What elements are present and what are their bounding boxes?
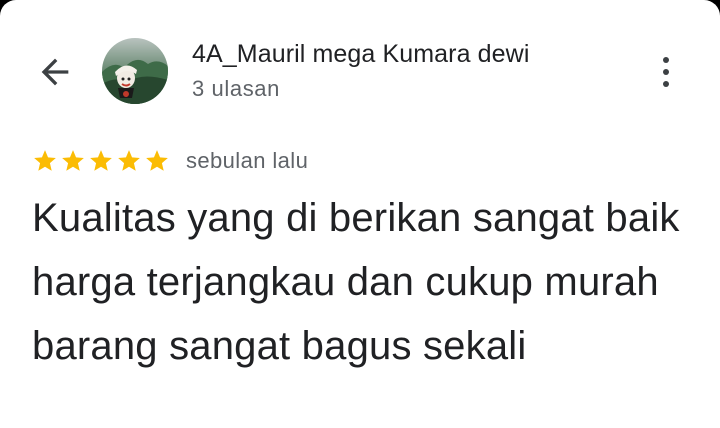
review-text: Kualitas yang di berikan sangat baik har… (32, 196, 680, 368)
reviewer-review-count: 3 ulasan (192, 76, 280, 101)
star-icon (90, 150, 112, 171)
reviewer-avatar[interactable] (102, 38, 168, 104)
star-icon (146, 150, 168, 171)
star-icon (62, 150, 84, 171)
review-time: sebulan lalu (186, 148, 309, 173)
more-options-button[interactable] (646, 50, 686, 94)
more-vertical-icon (663, 57, 669, 63)
more-vertical-icon-dot (663, 69, 669, 75)
rating-row: sebulan lalu (32, 146, 308, 176)
star-icon (118, 150, 140, 171)
user-avatar-photo (102, 38, 168, 104)
review-detail-screen: 4A_Mauril mega Kumara dewi 3 ulasan sebu… (0, 0, 720, 428)
star-rating (32, 148, 170, 174)
more-vertical-icon-dot (663, 81, 669, 87)
back-button[interactable] (30, 48, 80, 96)
star-icon (34, 150, 56, 171)
reviewer-name[interactable]: 4A_Mauril mega Kumara dewi (192, 40, 529, 69)
arrow-left-icon (41, 58, 69, 86)
review-header: 4A_Mauril mega Kumara dewi 3 ulasan (0, 30, 720, 110)
